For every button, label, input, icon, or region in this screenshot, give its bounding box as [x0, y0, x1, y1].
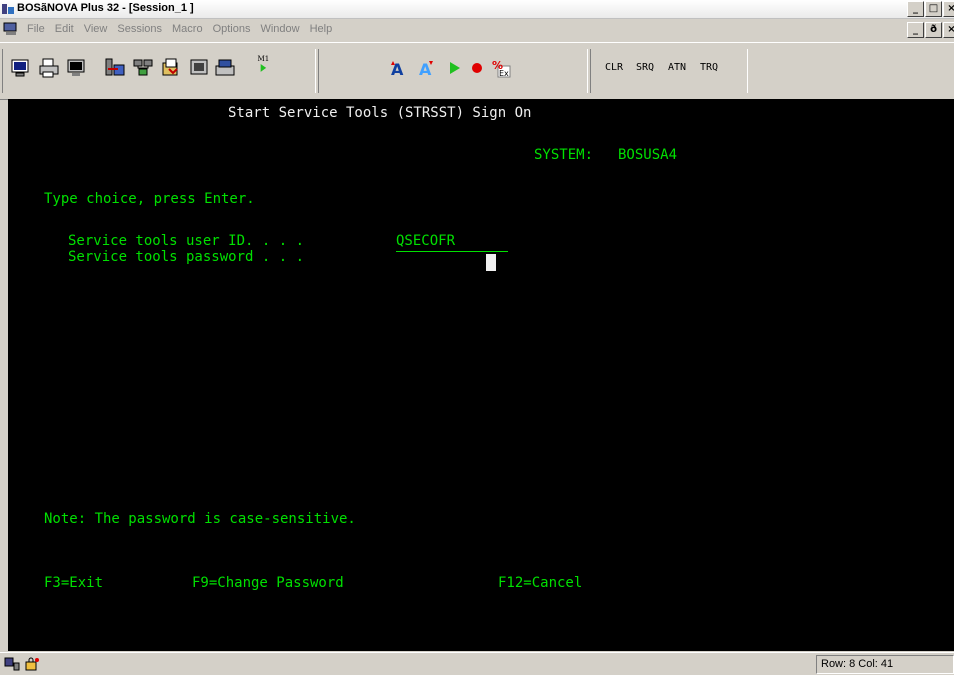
- clr-key[interactable]: CLR: [605, 62, 623, 73]
- connect-icon[interactable]: [10, 57, 32, 79]
- fkey-cancel[interactable]: F12=Cancel: [498, 575, 582, 591]
- mdi-restore-button[interactable]: ð: [925, 22, 942, 38]
- font-decrease-icon[interactable]: A: [416, 57, 438, 79]
- note-text: Note: The password is case-sensitive.: [44, 511, 356, 527]
- transfer-icon[interactable]: [104, 57, 126, 79]
- instruction-text: Type choice, press Enter.: [44, 191, 255, 207]
- menu-edit[interactable]: Edit: [50, 23, 79, 35]
- screen-title: Start Service Tools (STRSST) Sign On: [228, 105, 532, 121]
- cursor-position: Row: 8 Col: 41: [816, 655, 954, 674]
- fkey-change-password[interactable]: F9=Change Password: [192, 575, 344, 591]
- trq-key[interactable]: TRQ: [700, 62, 718, 73]
- window-title: BOSãNOVA Plus 32 - [Session_1 ]: [17, 2, 194, 14]
- connection-status-icon: [4, 657, 20, 671]
- fkey-exit[interactable]: F3=Exit: [44, 575, 103, 591]
- toolbar: M1 A A % Ex CLR SRQ ATN TRQ: [0, 42, 954, 100]
- status-bar: Row: 8 Col: 41: [0, 652, 954, 675]
- srq-key[interactable]: SRQ: [636, 62, 654, 73]
- network-icon[interactable]: [132, 57, 154, 79]
- terminal-screen[interactable]: Start Service Tools (STRSST) Sign On SYS…: [8, 99, 954, 651]
- keyboard-icon[interactable]: [214, 57, 236, 79]
- close-button[interactable]: ×: [943, 1, 954, 17]
- session-icon[interactable]: [3, 22, 19, 36]
- display-icon[interactable]: [66, 57, 88, 79]
- user-id-field[interactable]: QSECOFR: [396, 233, 455, 249]
- play-icon[interactable]: [444, 57, 466, 79]
- app-icon: [2, 3, 14, 15]
- atn-key[interactable]: ATN: [668, 62, 686, 73]
- menu-window[interactable]: Window: [255, 23, 304, 35]
- password-label: Service tools password . . .: [68, 249, 305, 265]
- menu-help[interactable]: Help: [305, 23, 338, 35]
- font-increase-icon[interactable]: A: [388, 57, 410, 79]
- menu-view[interactable]: View: [79, 23, 113, 35]
- maximize-button[interactable]: □: [925, 1, 942, 17]
- mdi-minimize-button[interactable]: _: [907, 22, 924, 38]
- minimize-button[interactable]: _: [907, 1, 924, 17]
- mdi-close-button[interactable]: ×: [943, 22, 954, 38]
- user-id-underline: [396, 251, 508, 252]
- password-field-cursor[interactable]: [486, 254, 496, 271]
- send-file-icon[interactable]: [160, 57, 182, 79]
- title-bar: BOSãNOVA Plus 32 - [Session_1 ] _ □ ×: [0, 0, 954, 19]
- print-icon[interactable]: [38, 57, 60, 79]
- user-id-label: Service tools user ID. . . .: [68, 233, 305, 249]
- record-icon[interactable]: [466, 57, 488, 79]
- menu-macro[interactable]: Macro: [167, 23, 208, 35]
- macro-play-button[interactable]: M1: [252, 53, 274, 83]
- menu-bar: File Edit View Sessions Macro Options Wi…: [0, 19, 954, 41]
- menu-sessions[interactable]: Sessions: [112, 23, 167, 35]
- lock-status-icon: [24, 657, 40, 671]
- menu-options[interactable]: Options: [208, 23, 256, 35]
- system-label: SYSTEM:: [534, 147, 594, 163]
- menu-file[interactable]: File: [22, 23, 50, 35]
- svg-text:Ex: Ex: [499, 69, 509, 78]
- macro-label: M1: [258, 54, 270, 63]
- screen-icon[interactable]: [188, 57, 210, 79]
- system-name: BOSUSA4: [618, 147, 678, 163]
- run-macro-icon[interactable]: % Ex: [490, 57, 512, 79]
